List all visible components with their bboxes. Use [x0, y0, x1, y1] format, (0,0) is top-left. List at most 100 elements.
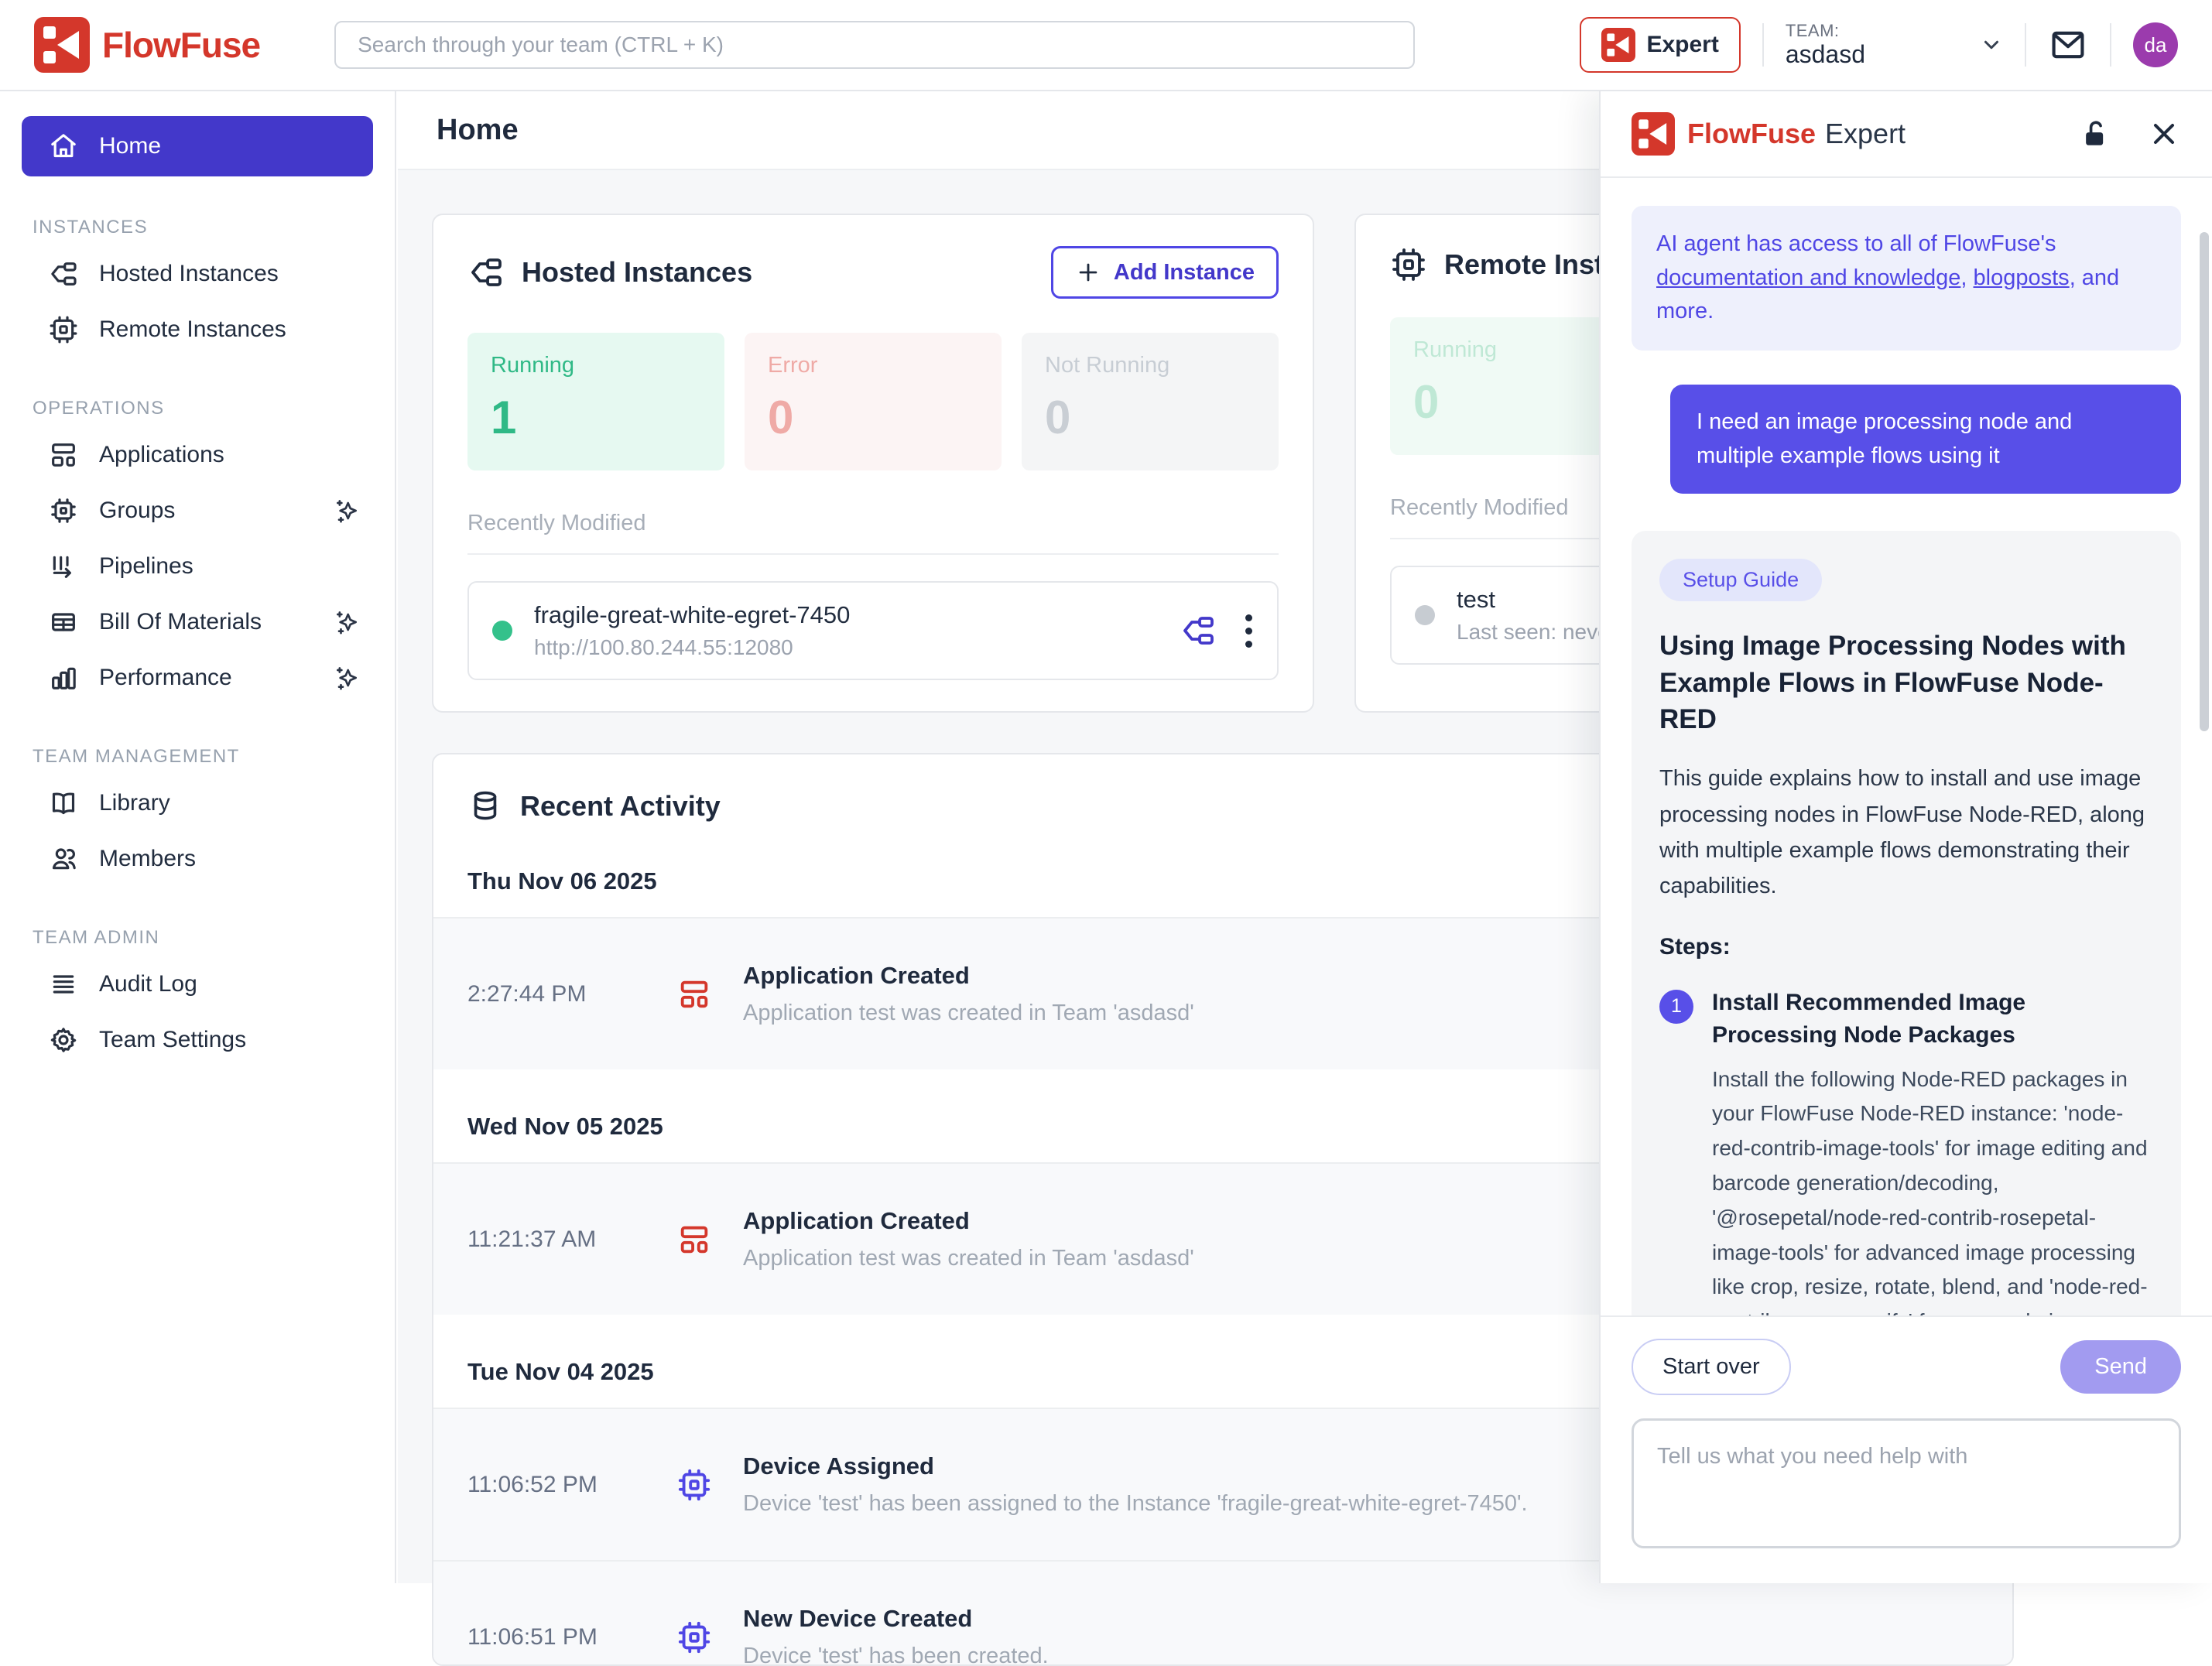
sidebar-item-team-settings[interactable]: Team Settings: [22, 1012, 373, 1068]
sidebar-section-operations: OPERATIONS: [33, 398, 373, 419]
sidebar-item-library[interactable]: Library: [22, 775, 373, 831]
team-label: TEAM:: [1786, 21, 1865, 40]
assistant-response-card: Setup Guide Using Image Processing Nodes…: [1632, 531, 2181, 1315]
recently-modified-label: Recently Modified: [467, 511, 1279, 536]
status-dot: [492, 621, 512, 641]
expert-panel-footer: Start over Send: [1601, 1315, 2212, 1395]
setup-guide-badge: Setup Guide: [1659, 559, 1822, 601]
chevron-down-icon[interactable]: [1980, 33, 2003, 56]
sidebar-item-label: Remote Instances: [99, 316, 286, 343]
chat-input[interactable]: [1632, 1418, 2181, 1548]
activity-title: Application Created: [743, 962, 1194, 990]
sidebar-item-label: Performance: [99, 665, 232, 691]
scrollbar-thumb[interactable]: [2200, 232, 2209, 731]
kebab-menu-icon[interactable]: [1243, 614, 1254, 648]
device-last-seen: Last seen: never: [1457, 620, 1617, 645]
step-number-badge: 1: [1659, 990, 1693, 1024]
info-text: AI agent has access to all of FlowFuse's: [1656, 231, 2056, 256]
activity-title: Device Assigned: [743, 1452, 1528, 1480]
documentation-link[interactable]: documentation and knowledge: [1656, 265, 1960, 290]
steps-label: Steps:: [1659, 934, 2153, 960]
add-icon: [1075, 259, 1101, 286]
close-icon[interactable]: [2147, 117, 2181, 151]
sidebar-item-performance[interactable]: Performance: [22, 650, 373, 706]
team-settings-icon: [48, 1025, 79, 1055]
add-instance-button[interactable]: Add Instance: [1051, 246, 1279, 299]
sidebar-item-label: Audit Log: [99, 971, 197, 997]
instance-row[interactable]: fragile-great-white-egret-7450 http://10…: [467, 581, 1279, 680]
sidebar-item-label: Bill Of Materials: [99, 609, 262, 635]
sidebar-item-groups[interactable]: Groups: [22, 483, 373, 539]
composer: [1632, 1418, 2181, 1552]
ai-access-note: AI agent has access to all of FlowFuse's…: [1632, 206, 2181, 351]
sidebar-item-bill-of-materials[interactable]: Bill Of Materials: [22, 594, 373, 650]
hosted-instances-icon: [467, 254, 505, 291]
status-dot: [1415, 605, 1435, 625]
application-icon: [676, 977, 712, 1012]
activity-time: 2:27:44 PM: [467, 981, 645, 1007]
stat-label: Running: [491, 353, 701, 378]
send-button[interactable]: Send: [2060, 1340, 2181, 1394]
sidebar-item-home[interactable]: Home: [22, 116, 373, 176]
divider: [2110, 23, 2111, 67]
start-over-button[interactable]: Start over: [1632, 1339, 1791, 1395]
stat-error: Error 0: [745, 333, 1002, 470]
sidebar-item-hosted-instances[interactable]: Hosted Instances: [22, 246, 373, 302]
logo-wordmark: FlowFuse: [102, 24, 260, 66]
stat-not-running: Not Running 0: [1022, 333, 1279, 470]
divider: [1762, 23, 1764, 67]
stat-value: 0: [768, 391, 978, 444]
divider: [467, 553, 1279, 555]
stat-value: 0: [1045, 391, 1255, 444]
hosted-instances-card: Hosted Instances Add Instance Running 1 …: [432, 214, 1314, 713]
activity-time: 11:06:51 PM: [467, 1624, 645, 1651]
expert-icon: [1601, 28, 1635, 62]
topbar: FlowFuse Expert TEAM: asdasd da: [0, 0, 2212, 91]
sidebar-item-label: Team Settings: [99, 1027, 246, 1053]
groups-icon: [48, 495, 79, 526]
flowfuse-logo-icon: [34, 17, 90, 73]
expert-button[interactable]: Expert: [1580, 17, 1740, 73]
expert-panel: FlowFuse Expert AI agent has access to a…: [1599, 91, 2212, 1583]
avatar[interactable]: da: [2133, 22, 2178, 67]
panel-brand: FlowFuse: [1687, 118, 1816, 150]
step-title: Install Recommended Image Processing Nod…: [1712, 987, 2153, 1052]
card-title: Recent Activity: [520, 790, 721, 823]
bill-of-materials-icon: [48, 607, 79, 638]
applications-icon: [48, 440, 79, 470]
panel-brand-suffix: Expert: [1825, 118, 1906, 150]
library-icon: [48, 788, 79, 819]
activity-description: Device 'test' has been created.: [743, 1644, 1049, 1666]
sidebar-item-pipelines[interactable]: Pipelines: [22, 539, 373, 594]
sparkle-icon: [331, 495, 362, 526]
lock-open-icon[interactable]: [2079, 117, 2113, 151]
sidebar-section-team-admin: TEAM ADMIN: [33, 927, 373, 949]
blogposts-link[interactable]: blogposts: [1974, 265, 2070, 290]
pipelines-icon: [48, 551, 79, 582]
stat-label: Error: [768, 353, 978, 378]
sidebar-item-label: Groups: [99, 498, 175, 524]
open-editor-icon[interactable]: [1180, 612, 1217, 649]
sidebar-item-applications[interactable]: Applications: [22, 427, 373, 483]
audit-log-icon: [48, 969, 79, 1000]
sidebar-item-members[interactable]: Members: [22, 831, 373, 887]
flowfuse-logo[interactable]: FlowFuse: [34, 17, 260, 73]
activity-time: 11:06:52 PM: [467, 1472, 645, 1498]
guide-intro: This guide explains how to install and u…: [1659, 761, 2153, 905]
performance-icon: [48, 662, 79, 693]
mail-icon[interactable]: [2048, 25, 2088, 65]
remote-instances-icon: [1390, 246, 1427, 283]
sidebar-item-label: Applications: [99, 442, 224, 468]
team-selector[interactable]: TEAM: asdasd: [1786, 21, 1865, 69]
sidebar-item-remote-instances[interactable]: Remote Instances: [22, 302, 373, 357]
stat-running: Running 1: [467, 333, 724, 470]
guide-step: 1 Install Recommended Image Processing N…: [1659, 987, 2153, 1315]
sidebar-item-label: Hosted Instances: [99, 261, 279, 287]
step-body: Install the following Node-RED packages …: [1712, 1062, 2153, 1315]
sidebar-item-label: Members: [99, 846, 196, 872]
sidebar-item-audit-log[interactable]: Audit Log: [22, 956, 373, 1012]
sparkle-icon: [331, 607, 362, 638]
flowfuse-logo-icon: [1632, 112, 1675, 156]
sidebar-section-team-management: TEAM MANAGEMENT: [33, 746, 373, 768]
search-input[interactable]: [334, 21, 1415, 69]
